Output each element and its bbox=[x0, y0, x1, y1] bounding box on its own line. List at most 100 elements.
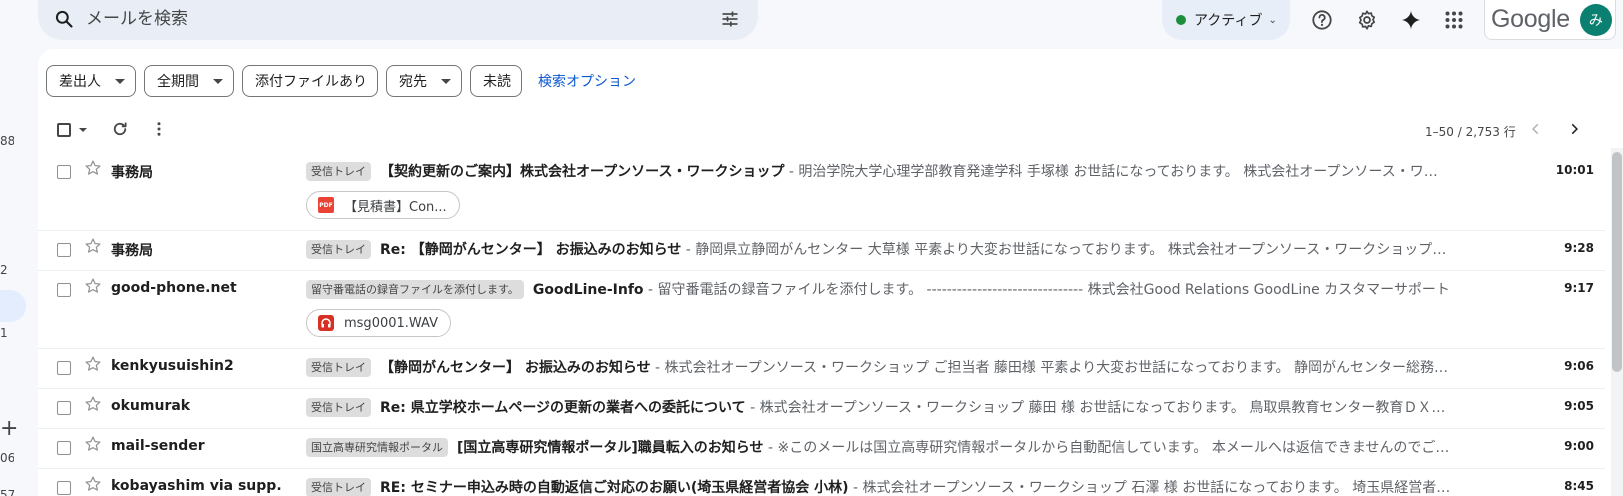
list-scrollbar-thumb[interactable] bbox=[1612, 152, 1622, 372]
pdf-file-icon: PDF bbox=[318, 197, 334, 213]
email-label[interactable]: 受信トレイ bbox=[306, 240, 371, 259]
email-label[interactable]: 留守番電話の録音ファイルを添付します。 bbox=[306, 280, 524, 299]
status-selector[interactable]: アクティブ ⌄ bbox=[1162, 0, 1290, 40]
email-snippet: - 株式会社オープンソース・ワークショップ ご担当者 藤田様 平素より大変お世話… bbox=[650, 360, 1451, 376]
audio-file-icon bbox=[318, 315, 334, 331]
email-row[interactable]: kenkyusuishin2 受信トレイ 【静岡がんセンター】 お振込みのお知らせ… bbox=[38, 349, 1605, 389]
email-subject: Re: 【静岡がんセンター】 お振込みのお知らせ bbox=[380, 242, 682, 258]
email-time: 9:06 bbox=[1564, 359, 1594, 373]
chip-label: 全期間 bbox=[157, 74, 199, 90]
avatar[interactable]: み bbox=[1579, 3, 1612, 36]
account-switcher[interactable]: Google み bbox=[1484, 0, 1616, 40]
row-checkbox[interactable] bbox=[57, 401, 71, 415]
filter-chip-date[interactable]: 全期間 bbox=[144, 65, 234, 97]
attachment-chip[interactable]: PDF 【見積書】Con... bbox=[306, 191, 460, 219]
attachment-name: msg0001.WAV bbox=[344, 315, 439, 331]
email-snippet: - 株式会社オープンソース・ワークショップ 石澤 様 お世話になっております。 … bbox=[848, 480, 1451, 496]
email-time: 10:01 bbox=[1555, 163, 1594, 177]
filter-chip-to[interactable]: 宛先 bbox=[386, 65, 462, 97]
sparkle-icon[interactable] bbox=[1396, 5, 1426, 35]
search-filter-icon[interactable] bbox=[718, 7, 742, 31]
email-row[interactable]: 事務局 受信トレイ Re: 【静岡がんセンター】 お振込みのお知らせ - 静岡県立… bbox=[38, 231, 1605, 271]
star-icon[interactable] bbox=[84, 237, 104, 257]
email-snippet: - 明治学院大学心理学部教育発達学科 手塚様 お世話になっております。 株式会社… bbox=[784, 164, 1451, 180]
email-row[interactable]: 事務局 受信トレイ 【契約更新のご案内】株式会社オープンソース・ワークショップ -… bbox=[38, 153, 1605, 231]
status-label: アクティブ bbox=[1194, 13, 1263, 29]
email-list: 事務局 受信トレイ 【契約更新のご案内】株式会社オープンソース・ワークショップ -… bbox=[38, 153, 1605, 496]
star-icon[interactable] bbox=[84, 475, 104, 495]
email-label[interactable]: 受信トレイ bbox=[306, 478, 371, 496]
email-sender: mail-sender bbox=[111, 438, 205, 454]
email-row[interactable]: kobayashim via supp. 受信トレイ RE: セミナー申込み時の自… bbox=[38, 469, 1605, 496]
email-sender: okumurak bbox=[111, 398, 191, 414]
email-label[interactable]: 国立高専研究情報ポータル bbox=[306, 438, 448, 457]
email-subject: GoodLine-Info bbox=[532, 282, 644, 298]
rail-count: 1 bbox=[0, 326, 8, 340]
select-all-checkbox[interactable] bbox=[57, 123, 71, 137]
add-icon[interactable]: + bbox=[0, 416, 18, 441]
email-time: 9:00 bbox=[1564, 439, 1594, 453]
email-row[interactable]: good-phone.net 留守番電話の録音ファイルを添付します。 GoodLi… bbox=[38, 271, 1605, 349]
left-rail: 88 2 1 + 06 57 bbox=[0, 0, 36, 496]
email-label[interactable]: 受信トレイ bbox=[306, 398, 371, 417]
email-snippet: - 留守番電話の録音ファイルを添付します。 ------------------… bbox=[643, 282, 1450, 298]
row-checkbox[interactable] bbox=[57, 481, 71, 495]
row-checkbox[interactable] bbox=[57, 441, 71, 455]
email-line: 受信トレイ 【静岡がんセンター】 お振込みのお知らせ - 株式会社オープンソース・… bbox=[306, 357, 1451, 377]
gear-icon[interactable] bbox=[1352, 5, 1382, 35]
email-snippet: - 株式会社オープンソース・ワークショップ 藤田 様 お世話になっております。 … bbox=[745, 400, 1451, 416]
email-row[interactable]: mail-sender 国立高専研究情報ポータル [国立高専研究情報ポータル]職員… bbox=[38, 429, 1605, 469]
caret-down-icon bbox=[213, 78, 223, 84]
email-subject: [国立高専研究情報ポータル]職員転入のお知らせ bbox=[457, 440, 764, 456]
next-page-icon[interactable] bbox=[1562, 117, 1586, 141]
refresh-icon[interactable] bbox=[108, 117, 132, 141]
email-sender: 事務局 bbox=[111, 243, 153, 259]
email-line: 受信トレイ Re: 【静岡がんセンター】 お振込みのお知らせ - 静岡県立静岡がん… bbox=[306, 239, 1451, 259]
rail-count: 2 bbox=[0, 263, 8, 277]
email-subject: 【契約更新のご案内】株式会社オープンソース・ワークショップ bbox=[380, 164, 785, 180]
rail-count: 06 bbox=[0, 451, 14, 465]
star-icon[interactable] bbox=[84, 277, 104, 297]
star-icon[interactable] bbox=[84, 435, 104, 455]
select-menu-caret-icon[interactable] bbox=[79, 128, 87, 132]
chip-label: 差出人 bbox=[59, 74, 101, 90]
star-icon[interactable] bbox=[84, 395, 104, 415]
row-checkbox[interactable] bbox=[57, 361, 71, 375]
apps-grid-icon[interactable] bbox=[1439, 5, 1469, 35]
attachment-chip[interactable]: msg0001.WAV bbox=[306, 309, 452, 337]
email-label[interactable]: 受信トレイ bbox=[306, 162, 371, 181]
page-count: 1–50 / 2,753 行 bbox=[1425, 125, 1516, 139]
email-line: 受信トレイ Re: 県立学校ホームページの更新の業者への委託について - 株式会社… bbox=[306, 397, 1451, 417]
email-subject: Re: 県立学校ホームページの更新の業者への委託について bbox=[380, 400, 746, 416]
filter-chip-from[interactable]: 差出人 bbox=[46, 65, 136, 97]
help-icon[interactable] bbox=[1307, 5, 1337, 35]
email-time: 9:28 bbox=[1564, 241, 1594, 255]
filter-chip-unread[interactable]: 未読 bbox=[470, 65, 522, 97]
email-time: 8:45 bbox=[1564, 479, 1594, 493]
email-snippet: - ※このメールは国立高専研究情報ポータルから自動配信しています。 本メールへは… bbox=[763, 440, 1451, 456]
search-input[interactable] bbox=[86, 9, 718, 29]
email-row[interactable]: okumurak 受信トレイ Re: 県立学校ホームページの更新の業者への委託につ… bbox=[38, 389, 1605, 429]
email-subject: 【静岡がんセンター】 お振込みのお知らせ bbox=[380, 360, 651, 376]
more-vertical-icon[interactable] bbox=[147, 117, 171, 141]
rail-count: 57 bbox=[0, 488, 14, 496]
mail-list-panel: 差出人 全期間 添付ファイルあり 宛先 未読 検索オプション 1–50 / 2,… bbox=[38, 49, 1623, 496]
email-snippet: - 静岡県立静岡がんセンター 大草様 平素より大変お世話になっております。 株式… bbox=[681, 242, 1451, 258]
chip-label: 未読 bbox=[483, 74, 511, 90]
email-line: 受信トレイ 【契約更新のご案内】株式会社オープンソース・ワークショップ - 明治学… bbox=[306, 161, 1451, 181]
search-icon[interactable] bbox=[52, 7, 76, 31]
advanced-search-link[interactable]: 検索オプション bbox=[538, 71, 636, 91]
star-icon[interactable] bbox=[84, 159, 104, 179]
row-checkbox[interactable] bbox=[57, 283, 71, 297]
list-toolbar: 1–50 / 2,753 行 bbox=[38, 113, 1623, 145]
prev-page-icon[interactable] bbox=[1524, 117, 1548, 141]
row-checkbox[interactable] bbox=[57, 165, 71, 179]
search-filter-chips: 差出人 全期間 添付ファイルあり 宛先 未読 検索オプション bbox=[46, 65, 636, 97]
filter-chip-has-attachment[interactable]: 添付ファイルあり bbox=[242, 65, 378, 97]
row-checkbox[interactable] bbox=[57, 243, 71, 257]
rail-active-pill[interactable] bbox=[0, 290, 26, 322]
email-label[interactable]: 受信トレイ bbox=[306, 358, 371, 377]
chip-label: 宛先 bbox=[399, 74, 427, 90]
status-dot-icon bbox=[1176, 15, 1186, 25]
star-icon[interactable] bbox=[84, 355, 104, 375]
